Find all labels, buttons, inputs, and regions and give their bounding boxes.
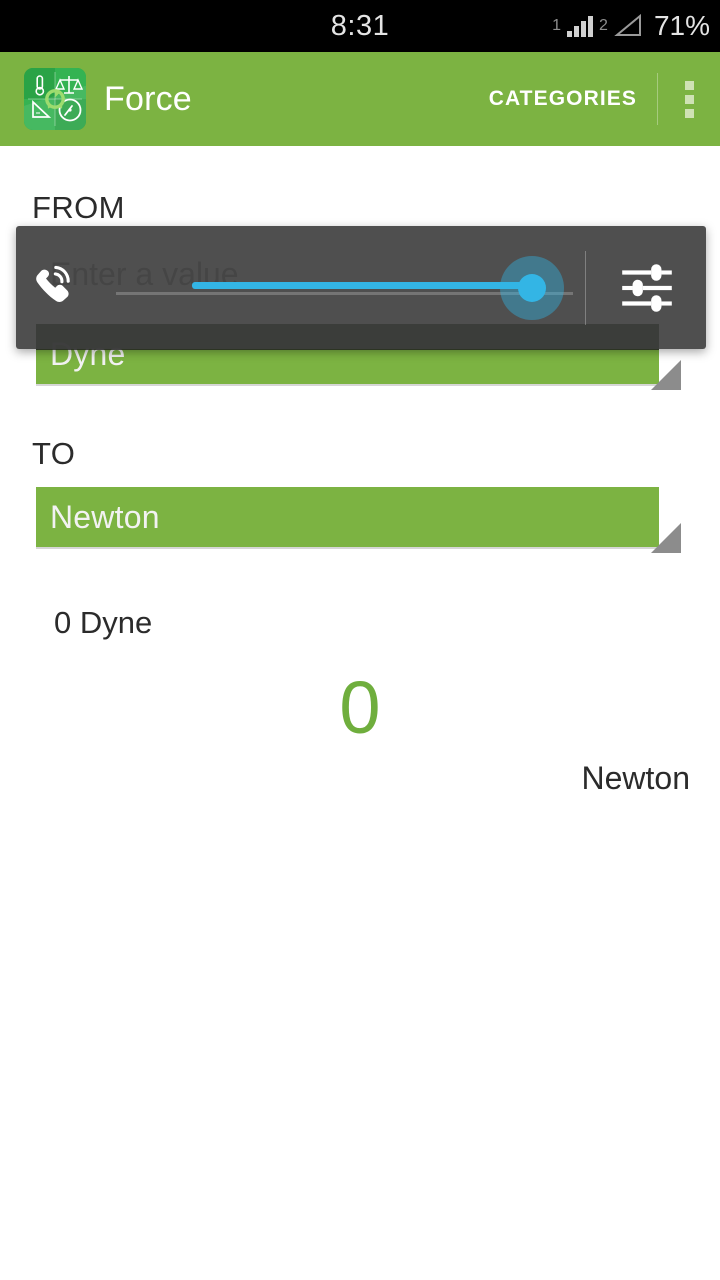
status-bar-indicators: 1 2 71% xyxy=(552,0,710,52)
dropdown-triangle-icon xyxy=(651,360,681,390)
phone-ringer-volume-icon xyxy=(16,257,102,319)
ringer-volume-overlay xyxy=(16,226,706,349)
to-unit-spinner[interactable]: Newton xyxy=(36,487,681,553)
to-unit-value: Newton xyxy=(50,498,160,535)
sim2-label: 2 xyxy=(599,17,608,34)
to-label: TO xyxy=(32,436,76,471)
result-value: 0 xyxy=(339,666,381,749)
action-bar-actions: CATEGORIES xyxy=(469,52,720,146)
dropdown-triangle-icon xyxy=(651,523,681,553)
overlay-divider xyxy=(585,250,586,325)
slider-thumb[interactable] xyxy=(518,273,546,302)
from-label: FROM xyxy=(32,190,125,225)
result-unit-label: Newton xyxy=(581,760,691,796)
battery-percentage: 71% xyxy=(653,10,710,41)
unit-converter-app-icon xyxy=(24,68,86,130)
signal-bars-empty-icon xyxy=(614,13,642,38)
status-bar: 8:31 1 2 71% xyxy=(0,0,720,52)
app-screen: 8:31 1 2 71% Force CATEGORIES FROM Dyne … xyxy=(0,0,720,1280)
slider-fill xyxy=(192,281,522,289)
categories-button[interactable]: CATEGORIES xyxy=(469,52,657,146)
action-bar: Force CATEGORIES xyxy=(0,52,720,146)
overflow-menu-icon[interactable] xyxy=(658,52,720,146)
from-value-summary: 0 Dyne xyxy=(54,605,153,640)
sound-settings-sliders-icon[interactable] xyxy=(588,257,706,319)
page-title: Force xyxy=(104,79,192,118)
sim1-label: 1 xyxy=(552,17,562,34)
signal-bars-full-icon xyxy=(567,15,594,37)
ringer-volume-slider[interactable] xyxy=(102,226,583,349)
